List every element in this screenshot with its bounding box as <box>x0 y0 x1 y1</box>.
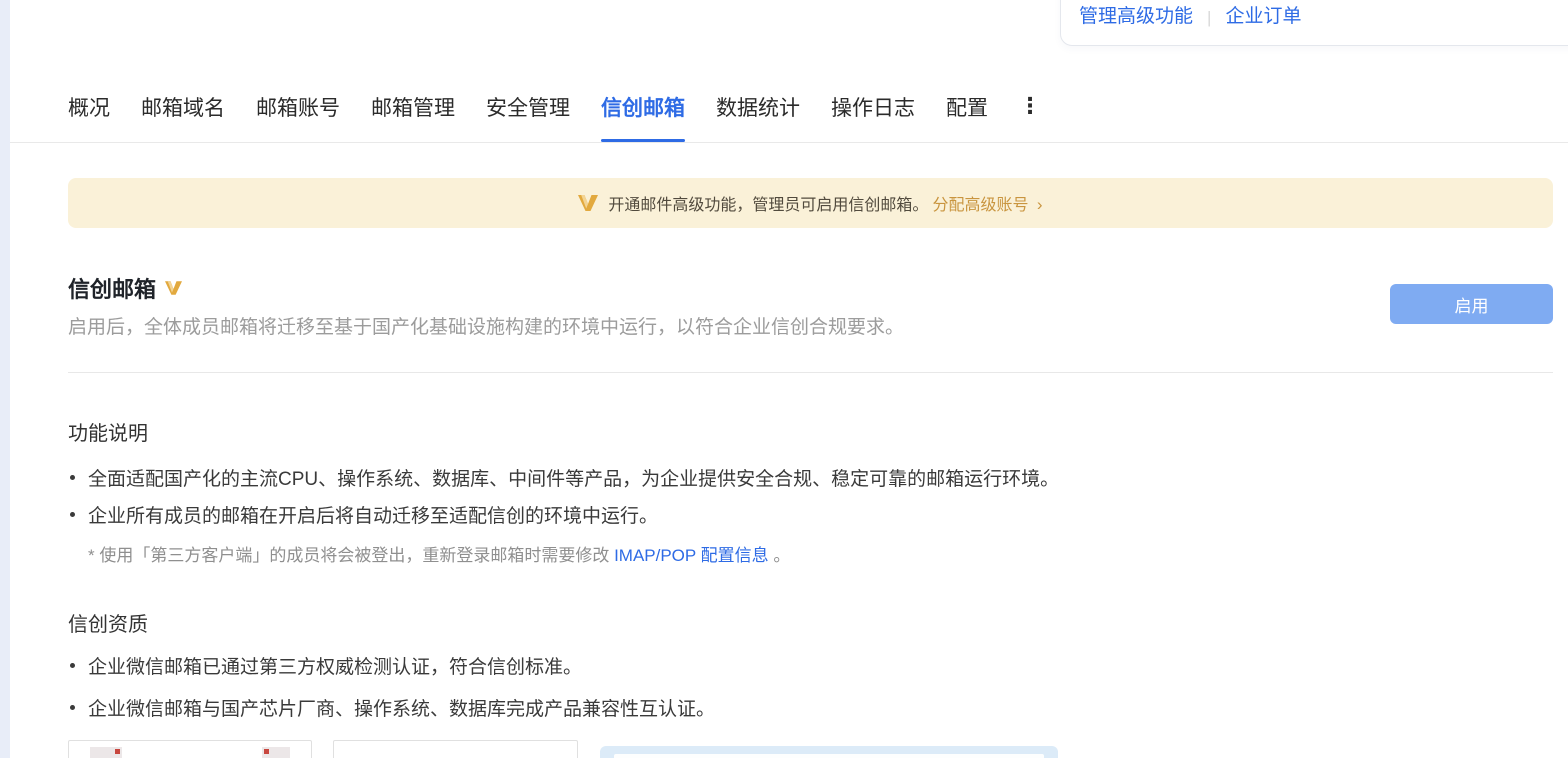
vip-badge-icon <box>165 281 182 295</box>
manage-premium-features-link[interactable]: 管理高级功能 <box>1079 1 1193 28</box>
certificate-inner-panel <box>614 754 1044 758</box>
feature-bullet-2-text: 企业所有成员的邮箱在开启后将自动迁移至适配信创的环境中运行。 <box>88 501 658 528</box>
tab-mail-account[interactable]: 邮箱账号 <box>256 92 340 142</box>
more-tabs-icon[interactable]: ⋮ <box>1019 92 1041 142</box>
enable-button[interactable]: 启用 <box>1390 284 1553 324</box>
seal-mark <box>115 749 120 754</box>
tab-bar-divider <box>10 142 1568 143</box>
third-party-client-note: * 使用「第三方客户端」的成员将会被登出，重新登录邮箱时需要修改 IMAP/PO… <box>88 541 790 566</box>
tab-operation-log[interactable]: 操作日志 <box>831 92 915 142</box>
qualification-bullet-2: 企业微信邮箱与国产芯片厂商、操作系统、数据库完成产品兼容性互认证。 <box>70 694 715 721</box>
vip-v-icon <box>578 195 598 211</box>
seal-mark <box>264 749 269 754</box>
assign-premium-account-label: 分配高级账号 <box>932 197 1028 214</box>
banner-text: 开通邮件高级功能，管理员可启用信创邮箱。 <box>608 191 928 215</box>
page-description: 启用后，全体成员邮箱将迁移至基于国产化基础设施构建的环境中运行，以符合企业信创合… <box>68 312 904 339</box>
chevron-right-icon: › <box>1037 195 1043 214</box>
tab-xinchuang-mail[interactable]: 信创邮箱 <box>601 92 685 142</box>
qualification-bullet-1: 企业微信邮箱已通过第三方权威检测认证，符合信创标准。 <box>70 652 582 679</box>
qualification-bullet-2-text: 企业微信邮箱与国产芯片厂商、操作系统、数据库完成产品兼容性互认证。 <box>88 694 715 721</box>
qualification-bullet-1-text: 企业微信邮箱已通过第三方权威检测认证，符合信创标准。 <box>88 652 582 679</box>
bullet-dot <box>70 705 75 710</box>
note-suffix: 。 <box>769 546 791 565</box>
mail-admin-tab-bar: 概况 邮箱域名 邮箱账号 邮箱管理 安全管理 信创邮箱 数据统计 操作日志 配置… <box>68 92 1041 142</box>
feature-bullet-1: 全面适配国产化的主流CPU、操作系统、数据库、中间件等产品，为企业提供安全合规、… <box>70 464 1059 491</box>
certificate-card-2 <box>333 740 578 758</box>
tab-xinchuang-mail-label: 信创邮箱 <box>601 97 685 120</box>
certificate-card-1 <box>68 740 312 758</box>
quick-links-separator: | <box>1207 8 1211 28</box>
imap-pop-config-link[interactable]: IMAP/POP 配置信息 <box>614 546 769 565</box>
enterprise-orders-link[interactable]: 企业订单 <box>1225 1 1301 28</box>
tab-security-management[interactable]: 安全管理 <box>486 92 570 142</box>
feature-bullet-1-text: 全面适配国产化的主流CPU、操作系统、数据库、中间件等产品，为企业提供安全合规、… <box>88 464 1059 491</box>
assign-premium-account-link[interactable]: 分配高级账号 › <box>932 191 1042 215</box>
bullet-dot <box>70 475 75 480</box>
bullet-dot <box>70 663 75 668</box>
page-left-gutter <box>0 0 10 758</box>
tab-mail-domain[interactable]: 邮箱域名 <box>141 92 225 142</box>
page-title-text: 信创邮箱 <box>68 272 156 304</box>
features-heading: 功能说明 <box>68 417 148 446</box>
page-title: 信创邮箱 <box>68 272 182 304</box>
certificate-thumbnail <box>262 747 290 758</box>
qualifications-heading: 信创资质 <box>68 608 148 637</box>
tab-overview[interactable]: 概况 <box>68 92 110 142</box>
tab-data-statistics[interactable]: 数据统计 <box>716 92 800 142</box>
premium-notice-banner: 开通邮件高级功能，管理员可启用信创邮箱。 分配高级账号 › <box>68 178 1553 228</box>
note-prefix: * 使用「第三方客户端」的成员将会被登出，重新登录邮箱时需要修改 <box>88 546 614 565</box>
tab-mail-management[interactable]: 邮箱管理 <box>371 92 455 142</box>
feature-bullet-2: 企业所有成员的邮箱在开启后将自动迁移至适配信创的环境中运行。 <box>70 501 658 528</box>
quick-links-card: 管理高级功能 | 企业订单 <box>1060 0 1568 46</box>
header-section-divider <box>68 372 1553 373</box>
certificate-thumbnail <box>90 747 122 758</box>
certificate-card-3 <box>600 746 1058 758</box>
tab-configuration[interactable]: 配置 <box>946 92 988 142</box>
bullet-dot <box>70 512 75 517</box>
